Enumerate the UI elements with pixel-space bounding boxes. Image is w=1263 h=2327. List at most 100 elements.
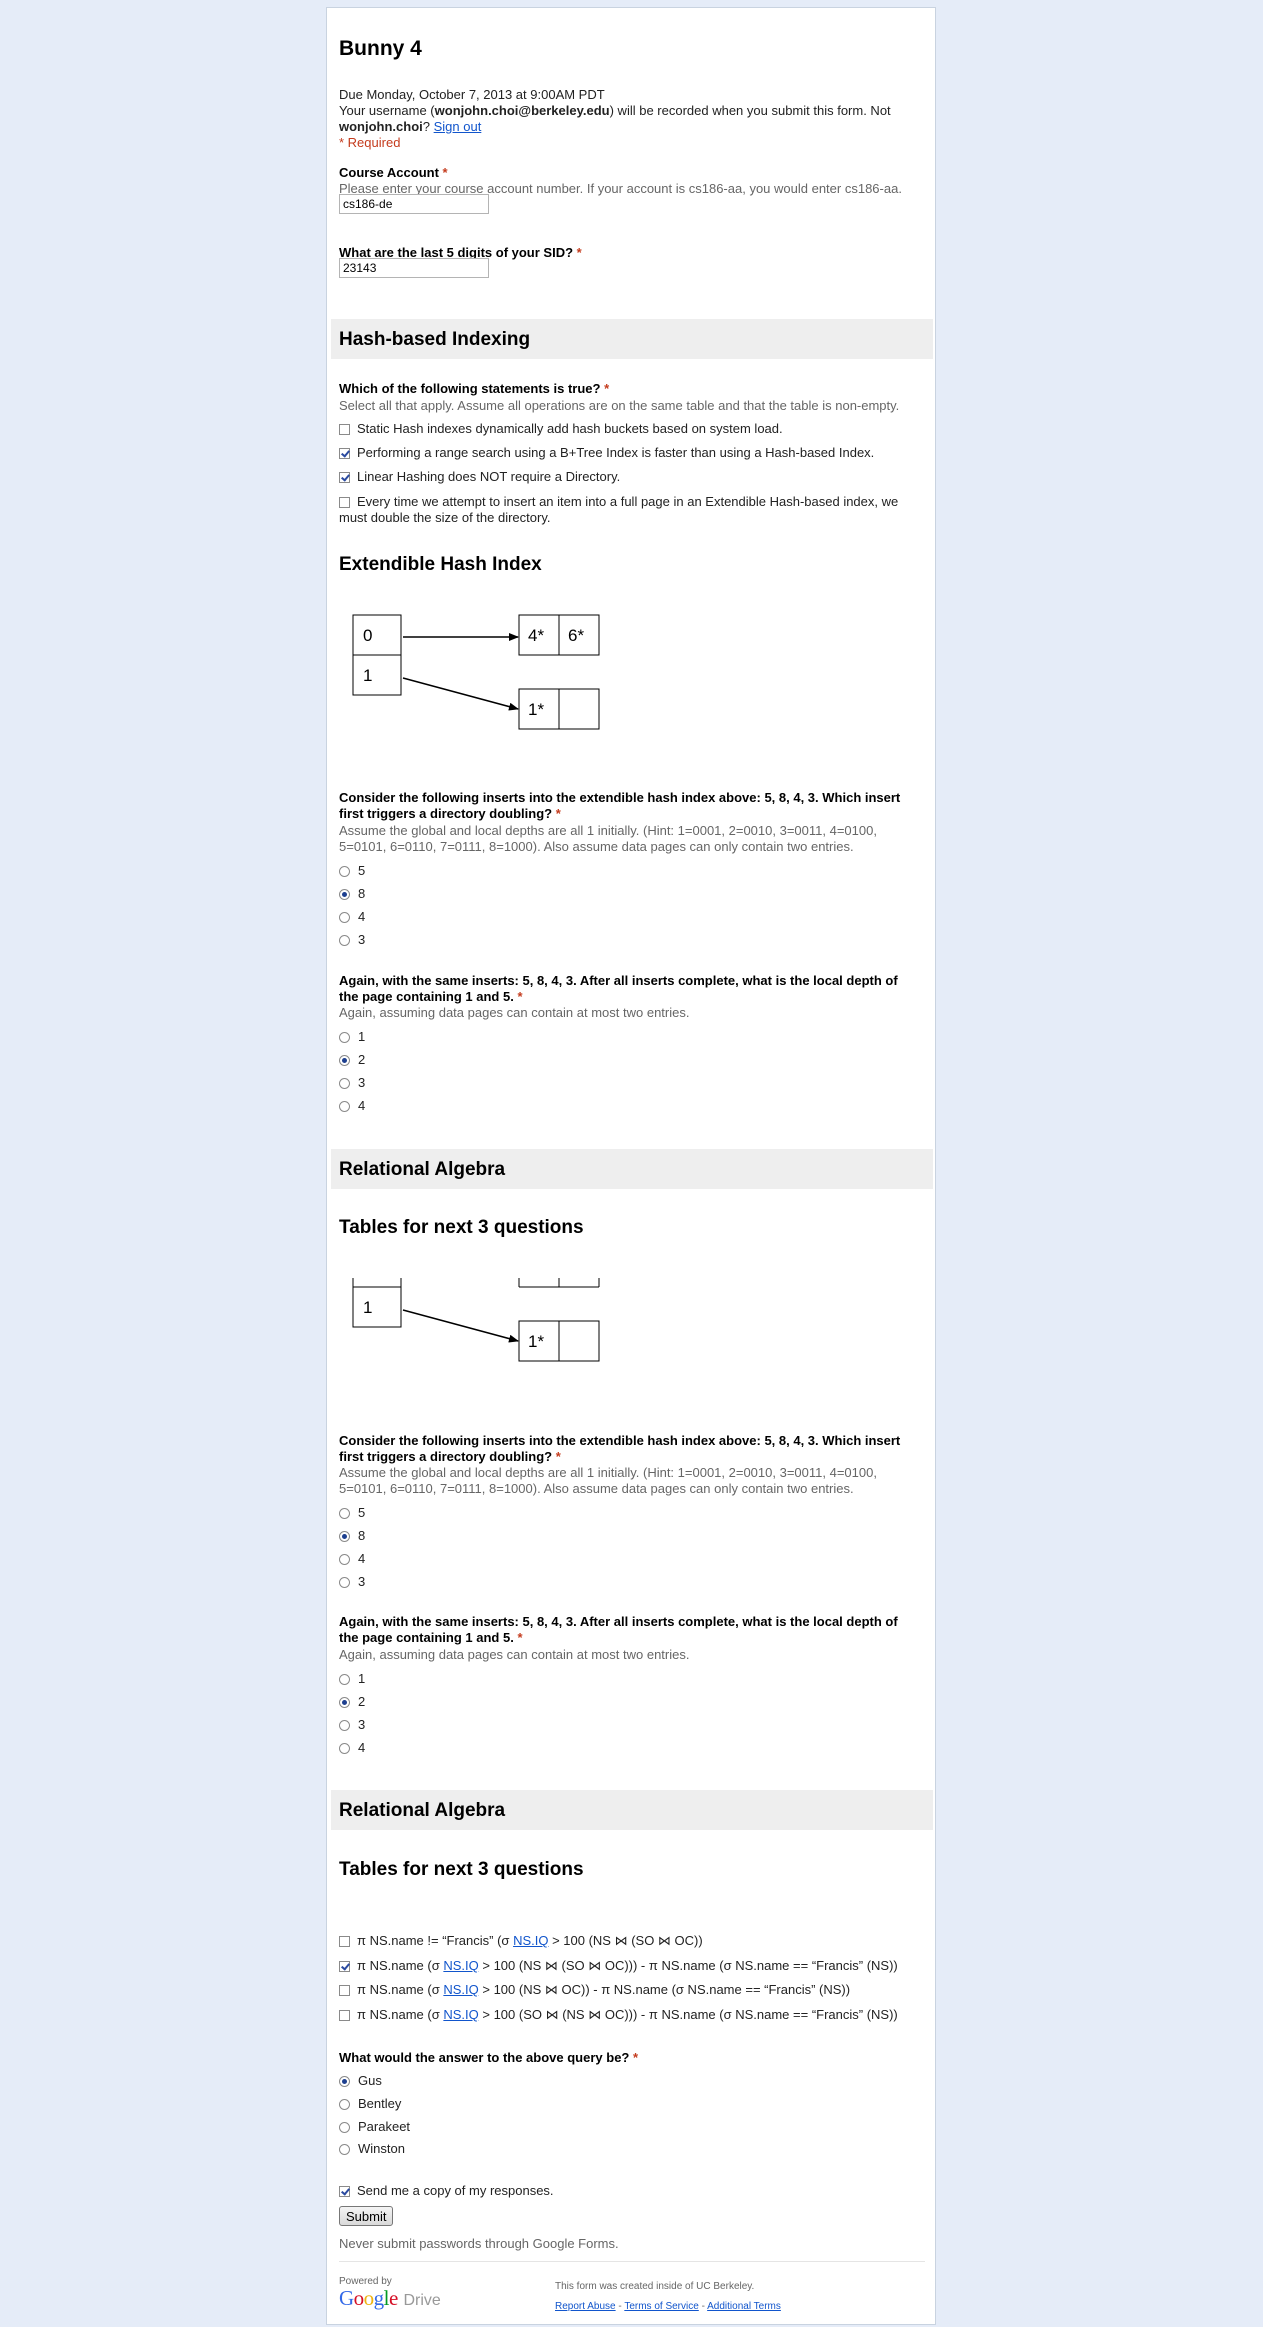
radio-option[interactable]: 1	[339, 1671, 365, 1687]
statement-option[interactable]: Linear Hashing does NOT require a Direct…	[339, 469, 620, 485]
radio-button[interactable]	[339, 1674, 350, 1685]
course-account-label: Course Account *	[339, 165, 448, 180]
checkbox[interactable]	[339, 1936, 350, 1947]
radio-button[interactable]	[339, 1508, 350, 1519]
radio-option[interactable]: 3	[339, 932, 365, 948]
ra-option[interactable]: π NS.name (σ NS.IQ > 100 (SO ⋈ (NS ⋈ OC)…	[339, 2007, 898, 2023]
pointer-arrow	[402, 677, 519, 711]
radio-button[interactable]	[339, 1078, 350, 1089]
radio-option[interactable]: 3	[339, 1574, 365, 1590]
radio-option[interactable]: 5	[339, 1505, 365, 1521]
username-email: wonjohn.choi@berkeley.edu	[434, 103, 610, 118]
statement-option[interactable]: Performing a range search using a B+Tree…	[339, 445, 874, 461]
submit-button[interactable]: Submit	[339, 2206, 394, 2226]
radio-button-selected[interactable]	[339, 1697, 350, 1708]
google-drive-logo[interactable]: Google Drive	[339, 2286, 441, 2311]
radio-button[interactable]	[339, 935, 350, 946]
form-card: Bunny 4 Due Monday, October 7, 2013 at 9…	[326, 7, 936, 2325]
radio-button[interactable]	[339, 1032, 350, 1043]
radio-button[interactable]	[339, 1577, 350, 1588]
dir-label: 1	[363, 666, 372, 685]
doubling-question-help: Assume the global and local depths are a…	[339, 1465, 877, 1496]
radio-button[interactable]	[339, 2144, 350, 2155]
depth-question-label: Again, with the same inserts: 5, 8, 4, 3…	[339, 973, 898, 1004]
sid-input[interactable]	[339, 258, 489, 278]
bucket-entry: 1*	[528, 700, 544, 719]
ns-iq-link[interactable]: NS.IQ	[443, 1982, 478, 1997]
radio-option[interactable]: 3	[339, 1717, 365, 1733]
radio-option[interactable]: 8	[339, 1528, 365, 1544]
ra-option[interactable]: π NS.name != “Francis” (σ NS.IQ > 100 (N…	[339, 1933, 703, 1949]
checkbox[interactable]	[339, 497, 350, 508]
radio-button[interactable]	[339, 912, 350, 923]
radio-option[interactable]: 4	[339, 1740, 365, 1756]
username-name: wonjohn.choi	[339, 119, 423, 134]
dir-cell-1	[352, 654, 402, 696]
radio-option[interactable]: Parakeet	[339, 2119, 410, 2135]
radio-option[interactable]: 4	[339, 1551, 365, 1567]
checkbox[interactable]	[339, 424, 350, 435]
bucket-cell	[558, 688, 600, 730]
radio-button[interactable]	[339, 866, 350, 877]
pointer-arrow	[402, 1309, 519, 1343]
checkbox[interactable]	[339, 2010, 350, 2021]
report-abuse-link[interactable]: Report Abuse	[555, 2301, 616, 2312]
statements-help: Select all that apply. Assume all operat…	[339, 398, 900, 413]
ns-iq-link[interactable]: NS.IQ	[513, 1933, 548, 1948]
sign-out-link[interactable]: Sign out	[434, 119, 482, 134]
course-account-input[interactable]	[339, 194, 489, 214]
username-notice: Your username (wonjohn.choi@berkeley.edu…	[339, 103, 891, 118]
radio-option[interactable]: 4	[339, 1098, 365, 1114]
checkbox-checked[interactable]	[339, 448, 350, 459]
statements-label: Which of the following statements is tru…	[339, 381, 610, 396]
footer-links: Report Abuse - Terms of Service - Additi…	[555, 2301, 781, 2312]
ns-iq-link[interactable]: NS.IQ	[443, 2007, 478, 2022]
section-header-relational: Relational Algebra	[331, 1149, 933, 1189]
radio-button[interactable]	[339, 1743, 350, 1754]
section-header-hash: Hash-based Indexing	[331, 319, 933, 359]
bucket-entry: 4*	[528, 626, 544, 645]
radio-button[interactable]	[339, 1101, 350, 1112]
statement-option[interactable]: Static Hash indexes dynamically add hash…	[339, 421, 783, 437]
radio-button-selected[interactable]	[339, 2076, 350, 2087]
doubling-question-label: Consider the following inserts into the …	[339, 790, 901, 821]
radio-button-selected[interactable]	[339, 1531, 350, 1542]
radio-button-selected[interactable]	[339, 1055, 350, 1066]
statement-option[interactable]: Every time we attempt to insert an item …	[339, 494, 909, 526]
ra-option[interactable]: π NS.name (σ NS.IQ > 100 (NS ⋈ OC)) - π …	[339, 1982, 850, 1998]
radio-button[interactable]	[339, 2122, 350, 2133]
radio-button[interactable]	[339, 1554, 350, 1565]
ra-option[interactable]: π NS.name (σ NS.IQ > 100 (NS ⋈ (SO ⋈ OC)…	[339, 1958, 898, 1974]
depth-question-label: Again, with the same inserts: 5, 8, 4, 3…	[339, 1614, 898, 1645]
radio-option[interactable]: Gus	[339, 2073, 382, 2089]
additional-terms-link[interactable]: Additional Terms	[707, 2301, 781, 2312]
checkbox-checked[interactable]	[339, 472, 350, 483]
radio-option[interactable]: 8	[339, 886, 365, 902]
due-date: Due Monday, October 7, 2013 at 9:00AM PD…	[339, 87, 605, 102]
radio-option[interactable]: 2	[339, 1052, 365, 1068]
footer-divider	[339, 2261, 925, 2262]
hash-diagram-partial: 1 1*	[352, 1278, 600, 1362]
ehi-heading: Extendible Hash Index	[339, 554, 542, 575]
radio-option[interactable]: 3	[339, 1075, 365, 1091]
radio-option[interactable]: Winston	[339, 2141, 405, 2157]
radio-option[interactable]: Bentley	[339, 2096, 401, 2112]
checkbox[interactable]	[339, 1985, 350, 1996]
tables-heading: Tables for next 3 questions	[339, 1859, 584, 1880]
radio-option[interactable]: 2	[339, 1694, 365, 1710]
checkbox-checked[interactable]	[339, 1961, 350, 1972]
radio-button-selected[interactable]	[339, 889, 350, 900]
depth-question-help: Again, assuming data pages can contain a…	[339, 1005, 690, 1020]
checkbox-checked[interactable]	[339, 2186, 350, 2197]
send-copy-option[interactable]: Send me a copy of my responses.	[339, 2183, 554, 2199]
required-note: * Required	[339, 135, 401, 150]
bucket-entry: 6*	[568, 626, 584, 645]
radio-option[interactable]: 1	[339, 1029, 365, 1045]
radio-option[interactable]: 5	[339, 863, 365, 879]
dir-cell-1	[352, 1286, 402, 1328]
ns-iq-link[interactable]: NS.IQ	[443, 1958, 478, 1973]
radio-button[interactable]	[339, 1720, 350, 1731]
radio-button[interactable]	[339, 2099, 350, 2110]
radio-option[interactable]: 4	[339, 909, 365, 925]
terms-of-service-link[interactable]: Terms of Service	[624, 2301, 698, 2312]
